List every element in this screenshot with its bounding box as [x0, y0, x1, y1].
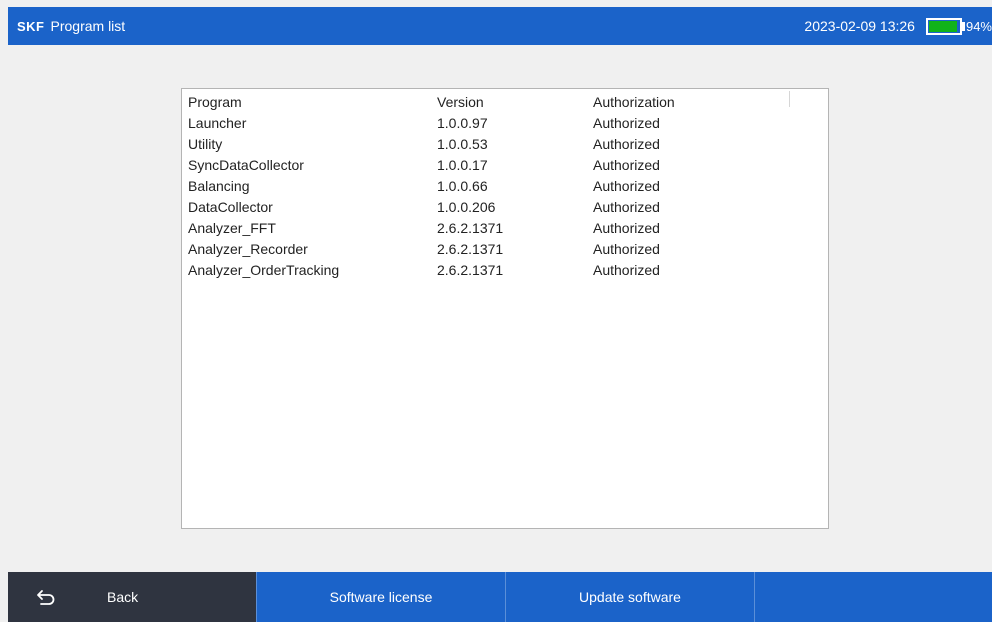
program-version: 1.0.0.97	[437, 115, 488, 131]
program-version: 2.6.2.1371	[437, 262, 504, 278]
title-bar: SKF Program list 2023-02-09 13:26 94%	[8, 7, 992, 45]
program-authorization: Authorized	[593, 136, 660, 152]
program-name: Analyzer_OrderTracking	[188, 262, 340, 278]
program-version: 1.0.0.17	[437, 157, 488, 173]
update-software-label: Update software	[579, 589, 681, 605]
status-area: 2023-02-09 13:26 94%	[804, 17, 992, 35]
battery-fill	[928, 20, 958, 32]
program-authorization: Authorized	[593, 115, 660, 131]
header-program: Program	[188, 94, 242, 110]
table-row[interactable]: Balancing 1.0.0.66 Authorized	[182, 176, 828, 197]
table-row[interactable]: Launcher 1.0.0.97 Authorized	[182, 113, 828, 134]
program-name: Utility	[188, 136, 223, 152]
header-version: Version	[437, 94, 484, 110]
program-version: 1.0.0.206	[437, 199, 496, 215]
table-row[interactable]: Analyzer_OrderTracking 2.6.2.1371 Author…	[182, 260, 828, 281]
battery-icon	[925, 17, 962, 35]
program-authorization: Authorized	[593, 262, 660, 278]
program-version: 1.0.0.53	[437, 136, 488, 152]
program-authorization: Authorized	[593, 157, 660, 173]
software-license-button[interactable]: Software license	[256, 572, 505, 622]
program-name: Balancing	[188, 178, 250, 194]
program-name: Analyzer_Recorder	[188, 241, 308, 257]
program-name: Launcher	[188, 115, 247, 131]
software-license-label: Software license	[329, 589, 433, 605]
program-table[interactable]: Program Version Authorization Launcher 1…	[181, 88, 829, 529]
program-authorization: Authorized	[593, 220, 660, 236]
update-software-button[interactable]: Update software	[505, 572, 754, 622]
back-button[interactable]: Back	[8, 572, 256, 622]
table-row[interactable]: Analyzer_Recorder 2.6.2.1371 Authorized	[182, 239, 828, 260]
back-label: Back	[107, 589, 139, 605]
battery-percent: 94%	[965, 18, 992, 34]
datetime-label: 2023-02-09 13:26	[804, 18, 915, 34]
skf-logo: SKF	[17, 18, 45, 34]
program-version: 1.0.0.66	[437, 178, 488, 194]
page-title: Program list	[50, 18, 126, 34]
program-name: DataCollector	[188, 199, 273, 215]
table-row[interactable]: DataCollector 1.0.0.206 Authorized	[182, 197, 828, 218]
header-authorization: Authorization	[593, 94, 675, 110]
program-version: 2.6.2.1371	[437, 241, 504, 257]
program-version: 2.6.2.1371	[437, 220, 504, 236]
program-name: SyncDataCollector	[188, 157, 304, 173]
table-row[interactable]: Utility 1.0.0.53 Authorized	[182, 134, 828, 155]
bottom-toolbar: Back Software license Update software	[8, 572, 992, 622]
table-header-row: Program Version Authorization	[182, 92, 828, 113]
program-authorization: Authorized	[593, 241, 660, 257]
table-row[interactable]: Analyzer_FFT 2.6.2.1371 Authorized	[182, 218, 828, 239]
program-authorization: Authorized	[593, 199, 660, 215]
program-authorization: Authorized	[593, 178, 660, 194]
table-row[interactable]: SyncDataCollector 1.0.0.17 Authorized	[182, 155, 828, 176]
empty-toolbar-button[interactable]	[754, 572, 992, 622]
battery-cap	[961, 21, 965, 31]
back-arrow-icon	[36, 587, 56, 607]
program-name: Analyzer_FFT	[188, 220, 276, 236]
